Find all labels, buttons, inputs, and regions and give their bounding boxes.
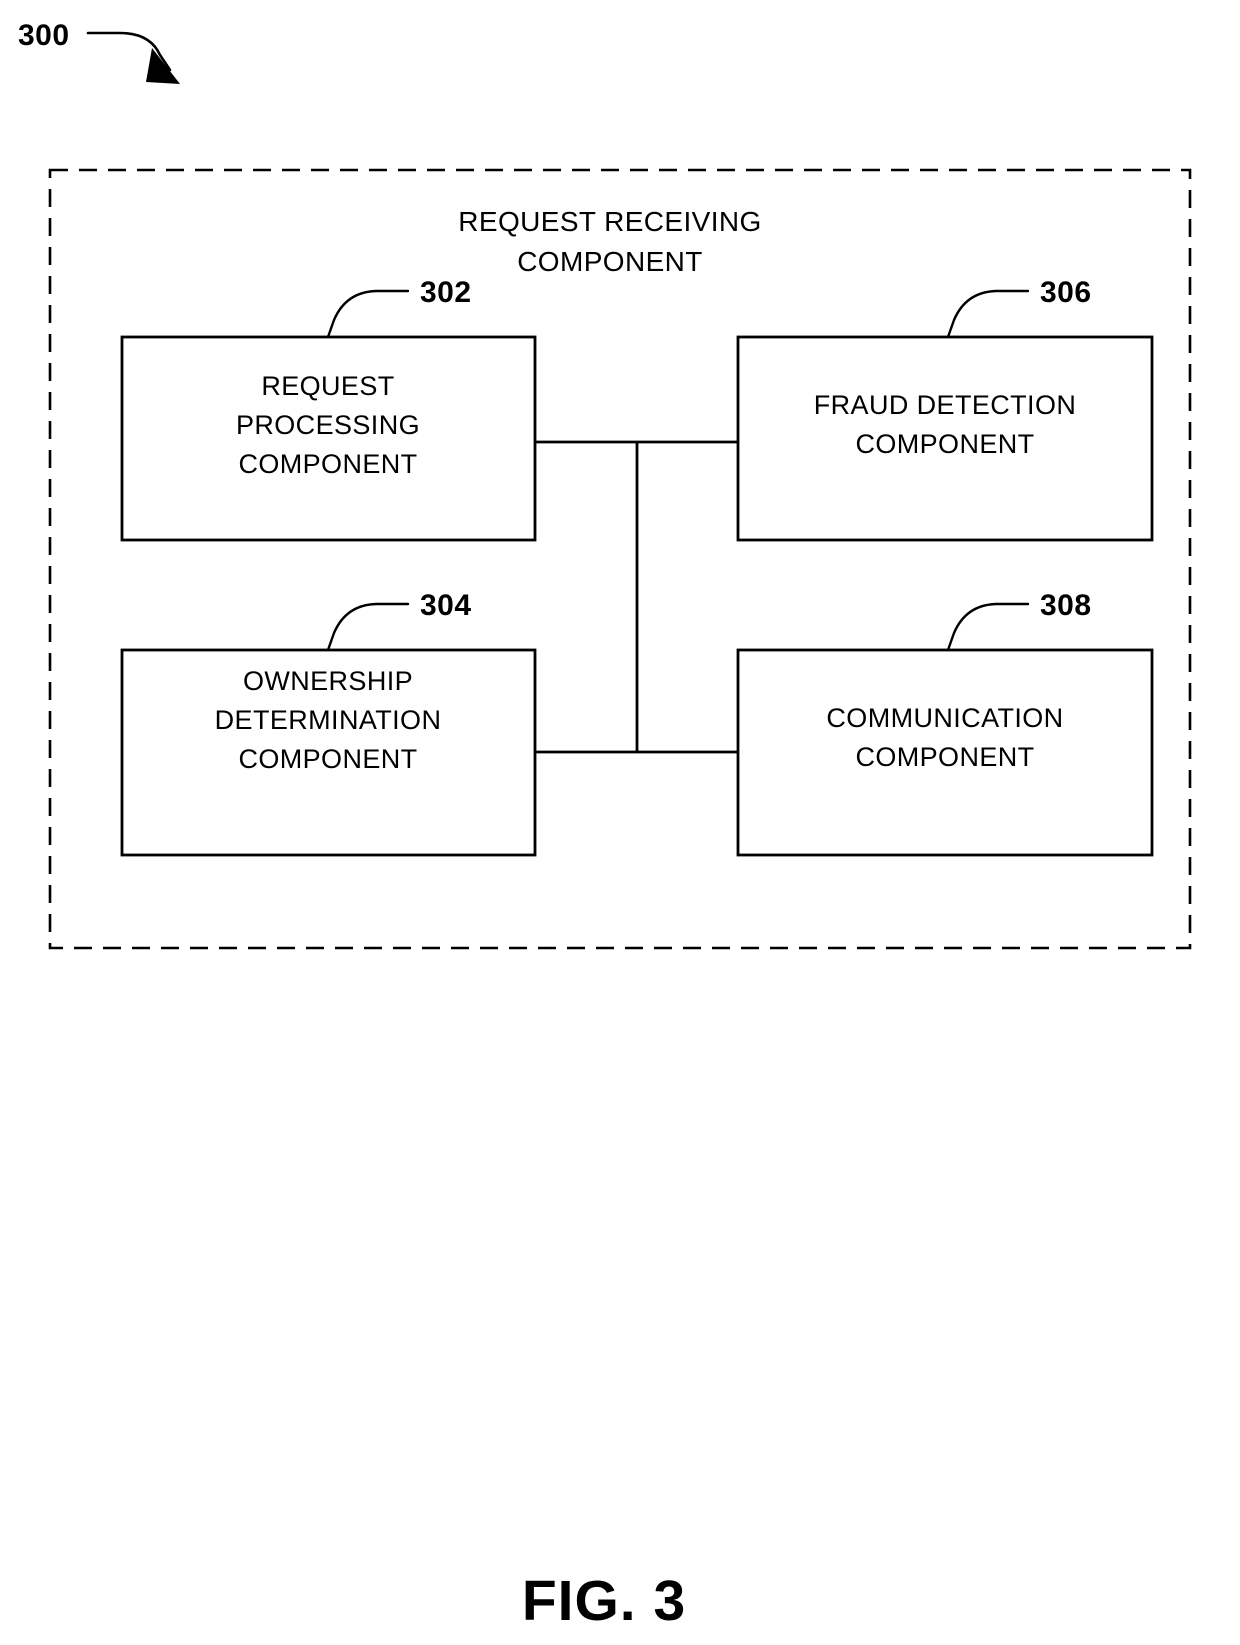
leader-line-308 bbox=[946, 602, 1030, 652]
figure-caption: FIG. 3 bbox=[522, 1569, 686, 1633]
block-306: 306 FRAUD DETECTION COMPONENT bbox=[736, 276, 1154, 542]
leader-line-306 bbox=[946, 289, 1030, 339]
block-308: 308 COMMUNICATION COMPONENT bbox=[736, 589, 1154, 857]
leader-line-304 bbox=[326, 602, 410, 652]
figure-canvas: 302 REQUEST PROCESSING COMPONENT 306 FRA… bbox=[18, 19, 1192, 1633]
block-306-label-line1: FRAUD DETECTION bbox=[814, 390, 1077, 420]
leader-line-302 bbox=[326, 289, 410, 339]
block-304-label-line3: COMPONENT bbox=[238, 744, 417, 774]
block-306-label-line2: COMPONENT bbox=[855, 429, 1034, 459]
block-302-label-line3: COMPONENT bbox=[238, 449, 417, 479]
ref-number-304: 304 bbox=[420, 589, 472, 622]
connector-lines bbox=[535, 440, 738, 754]
block-308-label-line1: COMMUNICATION bbox=[826, 703, 1063, 733]
block-304-label-line1: OWNERSHIP bbox=[243, 666, 413, 696]
block-302: 302 REQUEST PROCESSING COMPONENT bbox=[120, 276, 537, 542]
container-title-line1: REQUEST RECEIVING bbox=[458, 206, 761, 237]
patent-figure: 302 REQUEST PROCESSING COMPONENT 306 FRA… bbox=[0, 0, 1240, 1645]
ref-number-308: 308 bbox=[1040, 589, 1092, 622]
ref-number-302: 302 bbox=[420, 276, 472, 309]
block-304-label-line2: DETERMINATION bbox=[215, 705, 442, 735]
container-title-line2: COMPONENT bbox=[517, 246, 703, 277]
block-302-label-line1: REQUEST bbox=[261, 371, 394, 401]
ref-number-306: 306 bbox=[1040, 276, 1092, 309]
figure-number: 300 bbox=[18, 19, 70, 52]
figure-number-leader bbox=[86, 31, 180, 84]
block-308-label-line2: COMPONENT bbox=[855, 742, 1034, 772]
block-302-label-line2: PROCESSING bbox=[236, 410, 420, 440]
block-304: 304 OWNERSHIP DETERMINATION COMPONENT bbox=[120, 589, 537, 857]
